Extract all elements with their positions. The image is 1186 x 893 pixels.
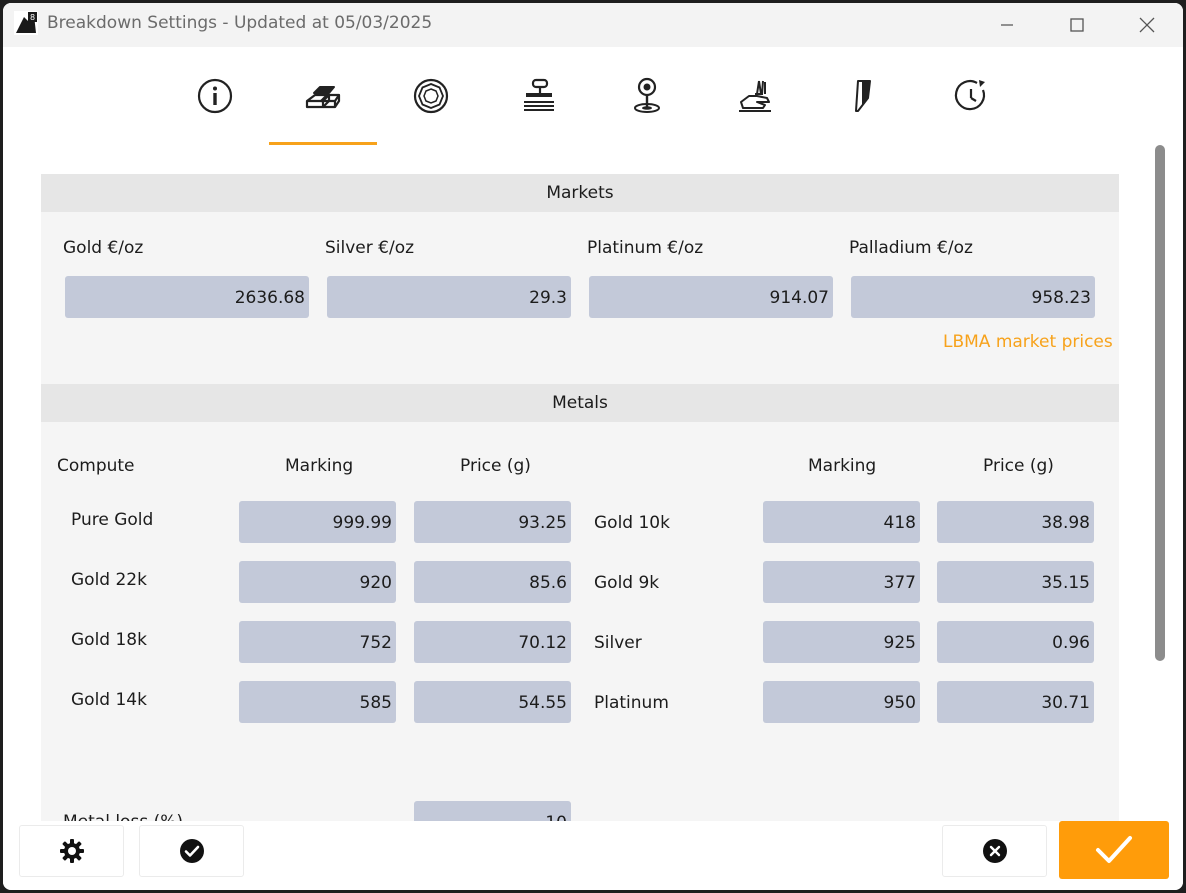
minimize-icon bbox=[1001, 24, 1013, 26]
maximize-button[interactable] bbox=[1042, 3, 1112, 47]
vertical-scrollbar[interactable] bbox=[1155, 145, 1165, 661]
marking-field-gold-14k[interactable]: 585 bbox=[239, 681, 396, 723]
marking-column-header: Marking bbox=[285, 456, 354, 476]
marking-field-gold-18k[interactable]: 752 bbox=[239, 621, 396, 663]
price-field-gold-18k[interactable]: 70.12 bbox=[414, 621, 571, 663]
close-icon bbox=[1139, 17, 1155, 33]
tab-gold-bars[interactable] bbox=[269, 47, 377, 145]
marking-field-silver[interactable]: 925 bbox=[763, 621, 920, 663]
price-field-gold-10k[interactable]: 38.98 bbox=[937, 501, 1094, 543]
file-edge-icon bbox=[855, 80, 871, 112]
gold-price-label: Gold €/oz bbox=[63, 238, 144, 258]
close-circle-icon bbox=[982, 839, 1007, 863]
metal-name-gold-10k: Gold 10k bbox=[594, 513, 670, 533]
tab-gemstones[interactable] bbox=[377, 47, 485, 145]
palladium-price-field[interactable]: 958.23 bbox=[851, 276, 1095, 318]
app-logo-icon: 8 bbox=[14, 11, 38, 35]
gear-icon bbox=[59, 839, 84, 863]
history-clock-icon bbox=[954, 80, 986, 111]
gold-price-field[interactable]: 2636.68 bbox=[65, 276, 309, 318]
tab-file[interactable] bbox=[809, 47, 917, 145]
metal-name-pure-gold: Pure Gold bbox=[71, 510, 154, 530]
tab-history[interactable] bbox=[917, 47, 1025, 145]
tab-stamp[interactable] bbox=[485, 47, 593, 145]
cancel-button[interactable] bbox=[942, 825, 1047, 877]
save-ok-button[interactable] bbox=[1059, 821, 1169, 879]
active-tab-indicator bbox=[269, 142, 377, 145]
marking-field-gold-9k[interactable]: 377 bbox=[763, 561, 920, 603]
tab-bar bbox=[3, 47, 1183, 147]
maximize-icon bbox=[1070, 18, 1084, 32]
info-icon bbox=[197, 78, 233, 114]
price-field-platinum[interactable]: 30.71 bbox=[937, 681, 1094, 723]
breakdown-settings-window: 8 Breakdown Settings - Updated at 05/03/… bbox=[3, 3, 1183, 890]
gold-bars-icon bbox=[305, 86, 341, 109]
price-field-gold-22k[interactable]: 85.6 bbox=[414, 561, 571, 603]
price-field-pure-gold[interactable]: 93.25 bbox=[414, 501, 571, 543]
metal-name-gold-14k: Gold 14k bbox=[71, 690, 147, 710]
price-field-gold-14k[interactable]: 54.55 bbox=[414, 681, 571, 723]
metal-name-platinum: Platinum bbox=[594, 693, 669, 713]
metal-name-silver: Silver bbox=[594, 633, 642, 653]
tab-location[interactable] bbox=[593, 47, 701, 145]
tab-info[interactable] bbox=[161, 47, 269, 145]
stamp-icon bbox=[524, 78, 554, 111]
check-circle-icon bbox=[179, 839, 204, 863]
silver-price-field[interactable]: 29.3 bbox=[327, 276, 571, 318]
tab-tools[interactable] bbox=[701, 47, 809, 145]
marking-field-gold-22k[interactable]: 920 bbox=[239, 561, 396, 603]
price-column-header: Price (g) bbox=[460, 456, 531, 476]
platinum-price-label: Platinum €/oz bbox=[587, 238, 704, 258]
metal-name-gold-18k: Gold 18k bbox=[71, 630, 147, 650]
diamond-icon bbox=[413, 78, 449, 114]
settings-button[interactable] bbox=[19, 825, 124, 877]
location-pin-icon bbox=[634, 77, 660, 113]
hand-tools-icon bbox=[739, 80, 771, 112]
metals-section-header: Metals bbox=[41, 384, 1119, 422]
markets-section-header: Markets bbox=[41, 174, 1119, 212]
price-field-gold-9k[interactable]: 35.15 bbox=[937, 561, 1094, 603]
compute-label: Compute bbox=[57, 456, 135, 476]
price-column-header-right: Price (g) bbox=[983, 456, 1054, 476]
marking-column-header-right: Marking bbox=[808, 456, 877, 476]
minimize-button[interactable] bbox=[972, 3, 1042, 47]
platinum-price-field[interactable]: 914.07 bbox=[589, 276, 833, 318]
price-field-silver[interactable]: 0.96 bbox=[937, 621, 1094, 663]
checkmark-icon bbox=[1096, 836, 1132, 863]
marking-field-pure-gold[interactable]: 999.99 bbox=[239, 501, 396, 543]
settings-content[interactable]: Markets Gold €/oz Silver €/oz Platinum €… bbox=[41, 174, 1119, 824]
metal-name-gold-22k: Gold 22k bbox=[71, 570, 147, 590]
bottom-action-bar bbox=[3, 821, 1183, 890]
palladium-price-label: Palladium €/oz bbox=[849, 238, 973, 258]
marking-field-gold-10k[interactable]: 418 bbox=[763, 501, 920, 543]
confirm-button[interactable] bbox=[139, 825, 244, 877]
marking-field-platinum[interactable]: 950 bbox=[763, 681, 920, 723]
metal-name-gold-9k: Gold 9k bbox=[594, 573, 660, 593]
window-title: Breakdown Settings - Updated at 05/03/20… bbox=[47, 13, 433, 33]
svg-text:8: 8 bbox=[30, 13, 35, 22]
title-bar: 8 Breakdown Settings - Updated at 05/03/… bbox=[3, 3, 1183, 47]
lbma-market-prices-link[interactable]: LBMA market prices bbox=[943, 332, 1113, 352]
silver-price-label: Silver €/oz bbox=[325, 238, 415, 258]
close-window-button[interactable] bbox=[1112, 3, 1182, 47]
